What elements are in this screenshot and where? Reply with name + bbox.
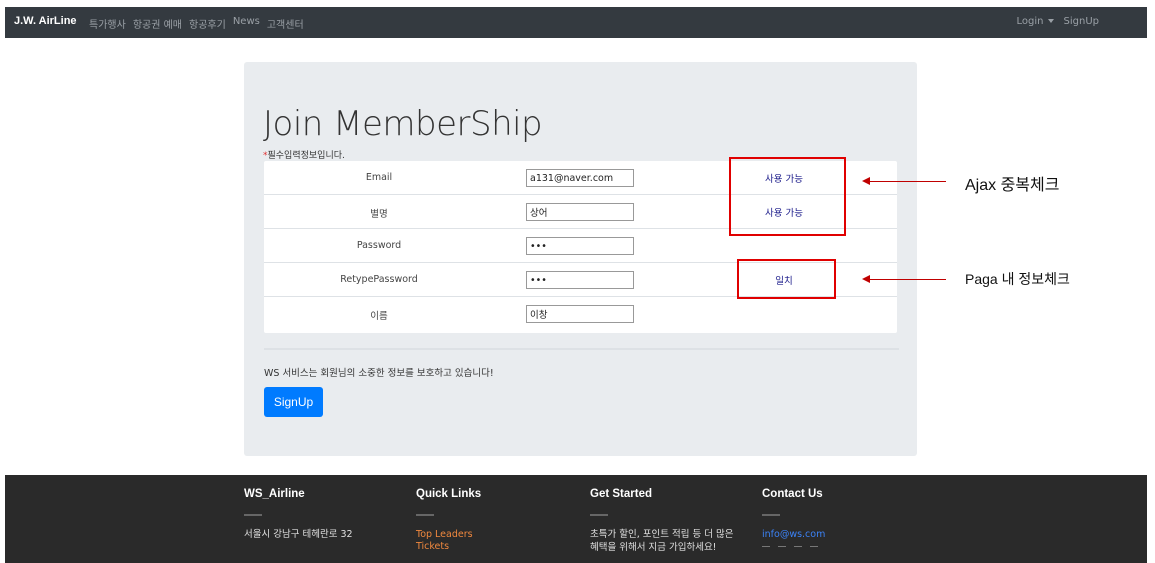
nav-signup-link[interactable]: SignUp	[1064, 16, 1099, 27]
site-footer: WS_Airline 서울시 강남구 테헤란로 32 Quick Links T…	[5, 475, 1147, 563]
footer-title-company: WS_Airline	[244, 488, 305, 500]
retype-password-label: RetypePassword	[340, 274, 418, 285]
nav-account: Login SignUp	[1017, 16, 1099, 27]
footer-col-started: Get Started 초특가 할인, 포인트 적립 등 더 많은혜택을 위해서…	[590, 488, 760, 554]
footer-underline	[762, 514, 780, 516]
login-dropdown[interactable]: Login	[1017, 16, 1054, 27]
page-annotation: Paga 내 정보체크	[965, 271, 1070, 287]
nav-link-ticket-booking[interactable]: 항공권 예매	[133, 16, 182, 31]
social-icon[interactable]	[810, 546, 818, 552]
retype-password-field[interactable]	[526, 271, 634, 289]
nav-link-news[interactable]: News	[233, 16, 260, 31]
footer-link-top-leaders[interactable]: Top Leaders	[416, 529, 586, 541]
caret-down-icon	[1047, 19, 1054, 23]
nav-link-special-event[interactable]: 특가행사	[89, 16, 126, 31]
arrow-line	[868, 181, 946, 182]
nav-link-customer-center[interactable]: 고객센터	[267, 16, 304, 31]
footer-link-tickets[interactable]: Tickets	[416, 541, 586, 553]
privacy-note: WS 서비스는 회원님의 소중한 정보를 보호하고 있습니다!	[264, 368, 494, 379]
nickname-label: 별명	[370, 209, 388, 220]
top-navbar: J.W. AirLine 특가행사 항공권 예매 항공후기 News 고객센터 …	[5, 7, 1147, 38]
page-title: Join MemberShip	[263, 104, 543, 144]
footer-col-about: WS_Airline 서울시 강남구 테헤란로 32	[244, 488, 414, 541]
footer-col-links: Quick Links Top Leaders Tickets	[416, 488, 586, 553]
nickname-field[interactable]	[526, 203, 634, 221]
required-note: *필수입력정보입니다.	[263, 148, 345, 161]
footer-title-get-started: Get Started	[590, 488, 652, 500]
brand-logo[interactable]: J.W. AirLine	[14, 15, 77, 27]
name-field[interactable]	[526, 305, 634, 323]
required-note-text: 필수입력정보입니다.	[267, 151, 345, 161]
social-icon[interactable]	[794, 546, 802, 552]
footer-email-link[interactable]: info@ws.com	[762, 529, 932, 540]
divider	[264, 348, 899, 350]
ajax-check-highlight-box	[729, 157, 846, 236]
social-icon[interactable]	[762, 546, 770, 552]
footer-underline	[590, 514, 608, 516]
footer-underline	[244, 514, 262, 516]
footer-title-quick-links: Quick Links	[416, 488, 482, 500]
name-label: 이름	[370, 311, 388, 322]
footer-col-contact: Contact Us info@ws.com	[762, 488, 932, 552]
window-top-strip	[0, 0, 1155, 7]
email-label: Email	[365, 172, 393, 183]
ajax-annotation: Ajax 중복체크	[965, 177, 1060, 194]
password-field[interactable]	[526, 237, 634, 255]
footer-address: 서울시 강남구 테헤란로 32	[244, 529, 353, 540]
nav-link-reviews[interactable]: 항공후기	[189, 16, 226, 31]
page-check-highlight-box	[737, 259, 836, 299]
footer-promo-line2: 혜택을 위해서 지금 가입하세요!	[590, 542, 717, 553]
login-label: Login	[1016, 16, 1044, 27]
social-icon[interactable]	[778, 546, 786, 552]
password-label: Password	[356, 240, 402, 251]
social-icons	[762, 546, 932, 552]
footer-promo-line1: 초특가 할인, 포인트 적립 등 더 많은	[590, 529, 734, 540]
footer-underline	[416, 514, 434, 516]
footer-title-contact: Contact Us	[762, 488, 823, 500]
arrow-line	[868, 279, 946, 280]
email-field[interactable]	[526, 169, 634, 187]
signup-button[interactable]: SignUp	[264, 387, 323, 417]
form-row-name: 이름	[264, 297, 897, 331]
nav-links: 특가행사 항공권 예매 항공후기 News 고객센터	[89, 16, 304, 31]
footer-promo-text: 초특가 할인, 포인트 적립 등 더 많은혜택을 위해서 지금 가입하세요!	[590, 528, 760, 554]
